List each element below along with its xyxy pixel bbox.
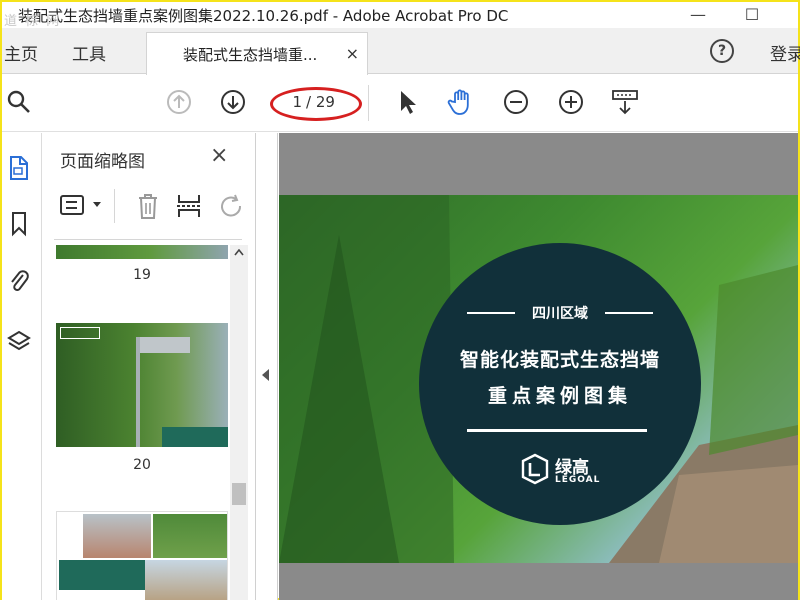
watermark: 道 棕 网 <box>4 14 62 29</box>
toolbar-divider <box>368 85 369 121</box>
thumbnail-label-20: 20 <box>133 457 151 473</box>
cover-title-line1: 智能化装配式生态挡墙 <box>459 349 660 371</box>
title-bar: 道 棕 网 装配式生态挡墙重点案例图集2022.10.26.pdf - Adob… <box>2 2 798 29</box>
insert-page-icon[interactable] <box>176 192 202 220</box>
panel-divider <box>54 239 242 240</box>
document-page: 四川区域 智能化装配式生态挡墙 重点案例图集 绿高 LEGOAL <box>279 195 798 563</box>
tab-document-label: 装配式生态挡墙重... <box>183 45 318 64</box>
document-view[interactable]: 四川区域 智能化装配式生态挡墙 重点案例图集 绿高 LEGOAL <box>279 133 798 600</box>
chevron-down-icon[interactable] <box>92 201 102 209</box>
panel-collapse-handle[interactable] <box>256 133 278 600</box>
thumbnail-photo-1 <box>83 514 151 558</box>
delete-page-icon[interactable] <box>136 192 160 220</box>
cover-title-line2: 重点案例图集 <box>487 385 632 407</box>
tab-bar: 主页 工具 装配式生态挡墙重... × ? 登录 <box>2 28 800 75</box>
thumbnail-logo <box>60 327 100 339</box>
toolbar: 1 / 29 <box>2 75 798 132</box>
search-icon[interactable] <box>4 87 34 117</box>
zoom-in-icon[interactable] <box>556 87 586 117</box>
zoom-out-icon[interactable] <box>501 87 531 117</box>
thumbnail-photo-2 <box>153 514 227 558</box>
login-button[interactable]: 登录 <box>770 40 800 65</box>
scroll-thumb[interactable] <box>232 483 246 505</box>
tab-home[interactable]: 主页 <box>4 40 38 65</box>
thumbnail-sign <box>140 337 190 353</box>
collapse-arrow-icon[interactable] <box>262 369 269 381</box>
tab-close-icon[interactable]: × <box>346 44 359 63</box>
minimize-button[interactable]: — <box>678 2 718 26</box>
maximize-button[interactable]: ☐ <box>732 2 772 26</box>
thumbnail-page-21[interactable] <box>56 511 228 600</box>
options-menu-icon[interactable] <box>60 195 86 217</box>
cover-rule <box>467 429 647 432</box>
tab-document[interactable]: 装配式生态挡墙重... × <box>146 32 368 75</box>
thumbnail-caption-box <box>162 427 228 447</box>
cover-region: 四川区域 <box>532 306 588 322</box>
scroll-up-icon[interactable] <box>234 249 244 256</box>
thumbnails-panel: 页面缩略图 × 19 20 <box>42 133 256 600</box>
hand-icon[interactable] <box>446 87 476 117</box>
brand-name-en: LEGOAL <box>555 475 601 485</box>
bookmarks-icon[interactable] <box>6 209 32 239</box>
thumbnail-text-box <box>59 560 145 590</box>
cover-title-circle: 四川区域 智能化装配式生态挡墙 重点案例图集 绿高 LEGOAL <box>419 243 701 525</box>
thumbnail-photo-3 <box>145 560 227 600</box>
help-icon[interactable]: ? <box>710 39 734 63</box>
thumbnail-list: 19 20 <box>42 245 230 600</box>
layers-icon[interactable] <box>6 327 32 357</box>
region-line-right <box>605 312 653 314</box>
legoal-logo-icon <box>521 453 549 485</box>
panel-toolbar <box>56 189 246 225</box>
navigation-rail <box>2 133 42 600</box>
tab-tools[interactable]: 工具 <box>72 40 106 65</box>
panel-title: 页面缩略图 <box>60 152 145 172</box>
window-title: 装配式生态挡墙重点案例图集2022.10.26.pdf - Adobe Acro… <box>18 6 509 25</box>
rotate-page-icon[interactable] <box>218 194 244 220</box>
panel-tool-divider <box>114 189 115 223</box>
annotation-ellipse <box>270 87 362 121</box>
page-up-icon[interactable] <box>164 87 194 117</box>
thumbnail-scrollbar[interactable] <box>230 245 248 600</box>
attachments-icon[interactable] <box>6 265 32 295</box>
page-thumbnails-icon[interactable] <box>6 153 32 183</box>
thumbnail-page-19[interactable] <box>56 245 228 259</box>
thumbnail-pole <box>136 337 140 447</box>
page-down-icon[interactable] <box>218 87 248 117</box>
select-arrow-icon[interactable] <box>392 87 422 117</box>
thumbnail-page-20[interactable] <box>56 323 228 447</box>
thumbnail-label-19: 19 <box>133 267 151 283</box>
panel-close-icon[interactable]: × <box>210 143 228 168</box>
read-mode-icon[interactable] <box>610 87 640 117</box>
